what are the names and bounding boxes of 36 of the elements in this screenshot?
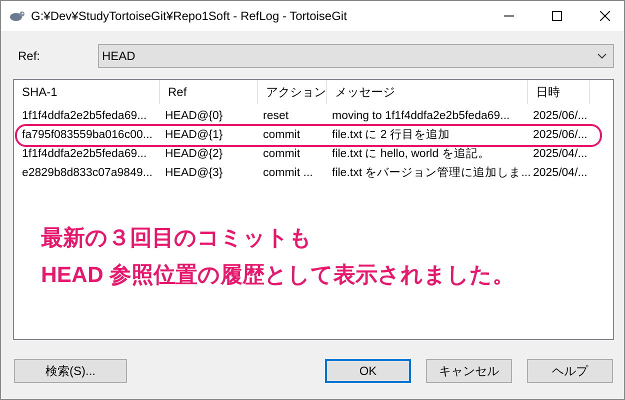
chevron-down-icon <box>597 53 607 59</box>
table-cell-text: file.txt に hello, world を追記。 <box>331 146 491 162</box>
dialog-button[interactable]: ヘルプ <box>527 359 613 383</box>
table-cell-text: HEAD@{2} <box>164 146 224 162</box>
column-header[interactable]: メッセージ <box>327 80 528 104</box>
column-header[interactable]: Ref <box>160 80 258 104</box>
table-cell-text: HEAD@{1} <box>164 128 224 143</box>
table-cell-text: 2025/06/... <box>532 128 588 143</box>
maximize-icon[interactable] <box>552 11 562 21</box>
table-cell-text: fa795f083559ba016c00... <box>21 128 154 143</box>
table-cell-text: HEAD@{3} <box>164 166 224 181</box>
table-cell-text: commit <box>262 128 302 143</box>
table-cell-text: 2025/04/... <box>532 146 588 162</box>
table-cell-text: file.txt に 2 行目を追加 <box>331 128 452 143</box>
close-icon[interactable] <box>600 11 610 21</box>
search-button[interactable]: 検索(S)... <box>14 359 127 383</box>
annotation-text: HEAD 参照位置の履歴として表示されました。 <box>41 261 514 289</box>
dialog-button[interactable]: OK <box>325 359 411 383</box>
table-cell-text: e2829b8d833c07a9849... <box>21 166 154 181</box>
table-cell-text: moving to 1f1f4ddfa2e2b5feda69... <box>331 108 511 124</box>
table-cell-text: commit ... <box>262 166 314 181</box>
dialog-button[interactable]: キャンセル <box>426 359 512 383</box>
table-cell-text: file.txt をバージョン管理に追加しま... <box>331 166 528 181</box>
column-header[interactable]: アクション <box>258 80 327 104</box>
column-header[interactable]: SHA-1 <box>14 80 160 104</box>
table-cell-text: HEAD@{0} <box>164 108 224 124</box>
annotation-text: 最新の３回目のコミットも <box>41 224 313 252</box>
column-header[interactable]: 日時 <box>528 80 590 104</box>
window-title: G:¥Dev¥StudyTortoiseGit¥Repo1Soft - RefLog - TortoiseGit <box>31 8 347 25</box>
table-cell-text: 1f1f4ddfa2e2b5feda69... <box>21 146 148 162</box>
ref-dropdown[interactable]: HEAD <box>98 44 614 68</box>
ref-label: Ref: <box>18 48 42 65</box>
table-cell-text: 2025/06/... <box>532 108 588 124</box>
table-cell-text: 1f1f4ddfa2e2b5feda69... <box>21 108 148 124</box>
table-cell-text: commit <box>262 146 302 162</box>
table-cell-text: reset <box>262 108 290 124</box>
